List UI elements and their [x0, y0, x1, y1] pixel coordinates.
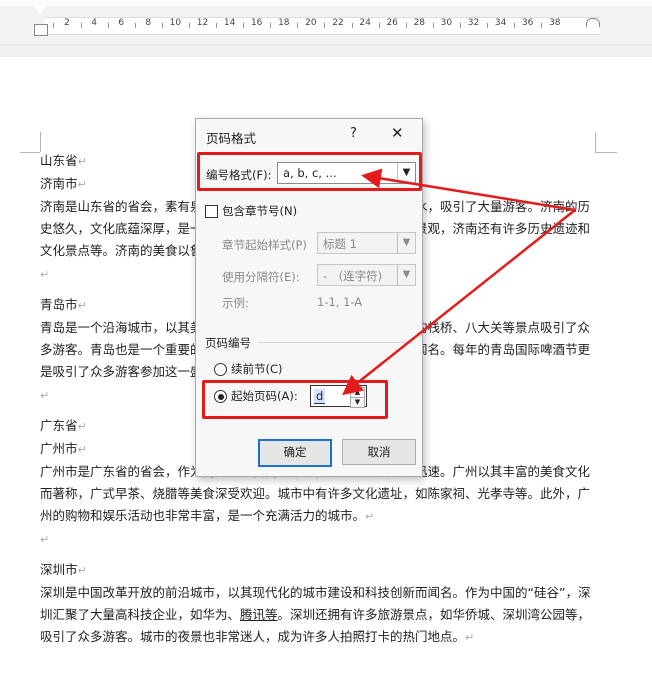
annotation-arrows — [342, 168, 576, 396]
arrow-to-number-format — [361, 168, 576, 212]
arrow-to-start-at — [342, 209, 576, 396]
